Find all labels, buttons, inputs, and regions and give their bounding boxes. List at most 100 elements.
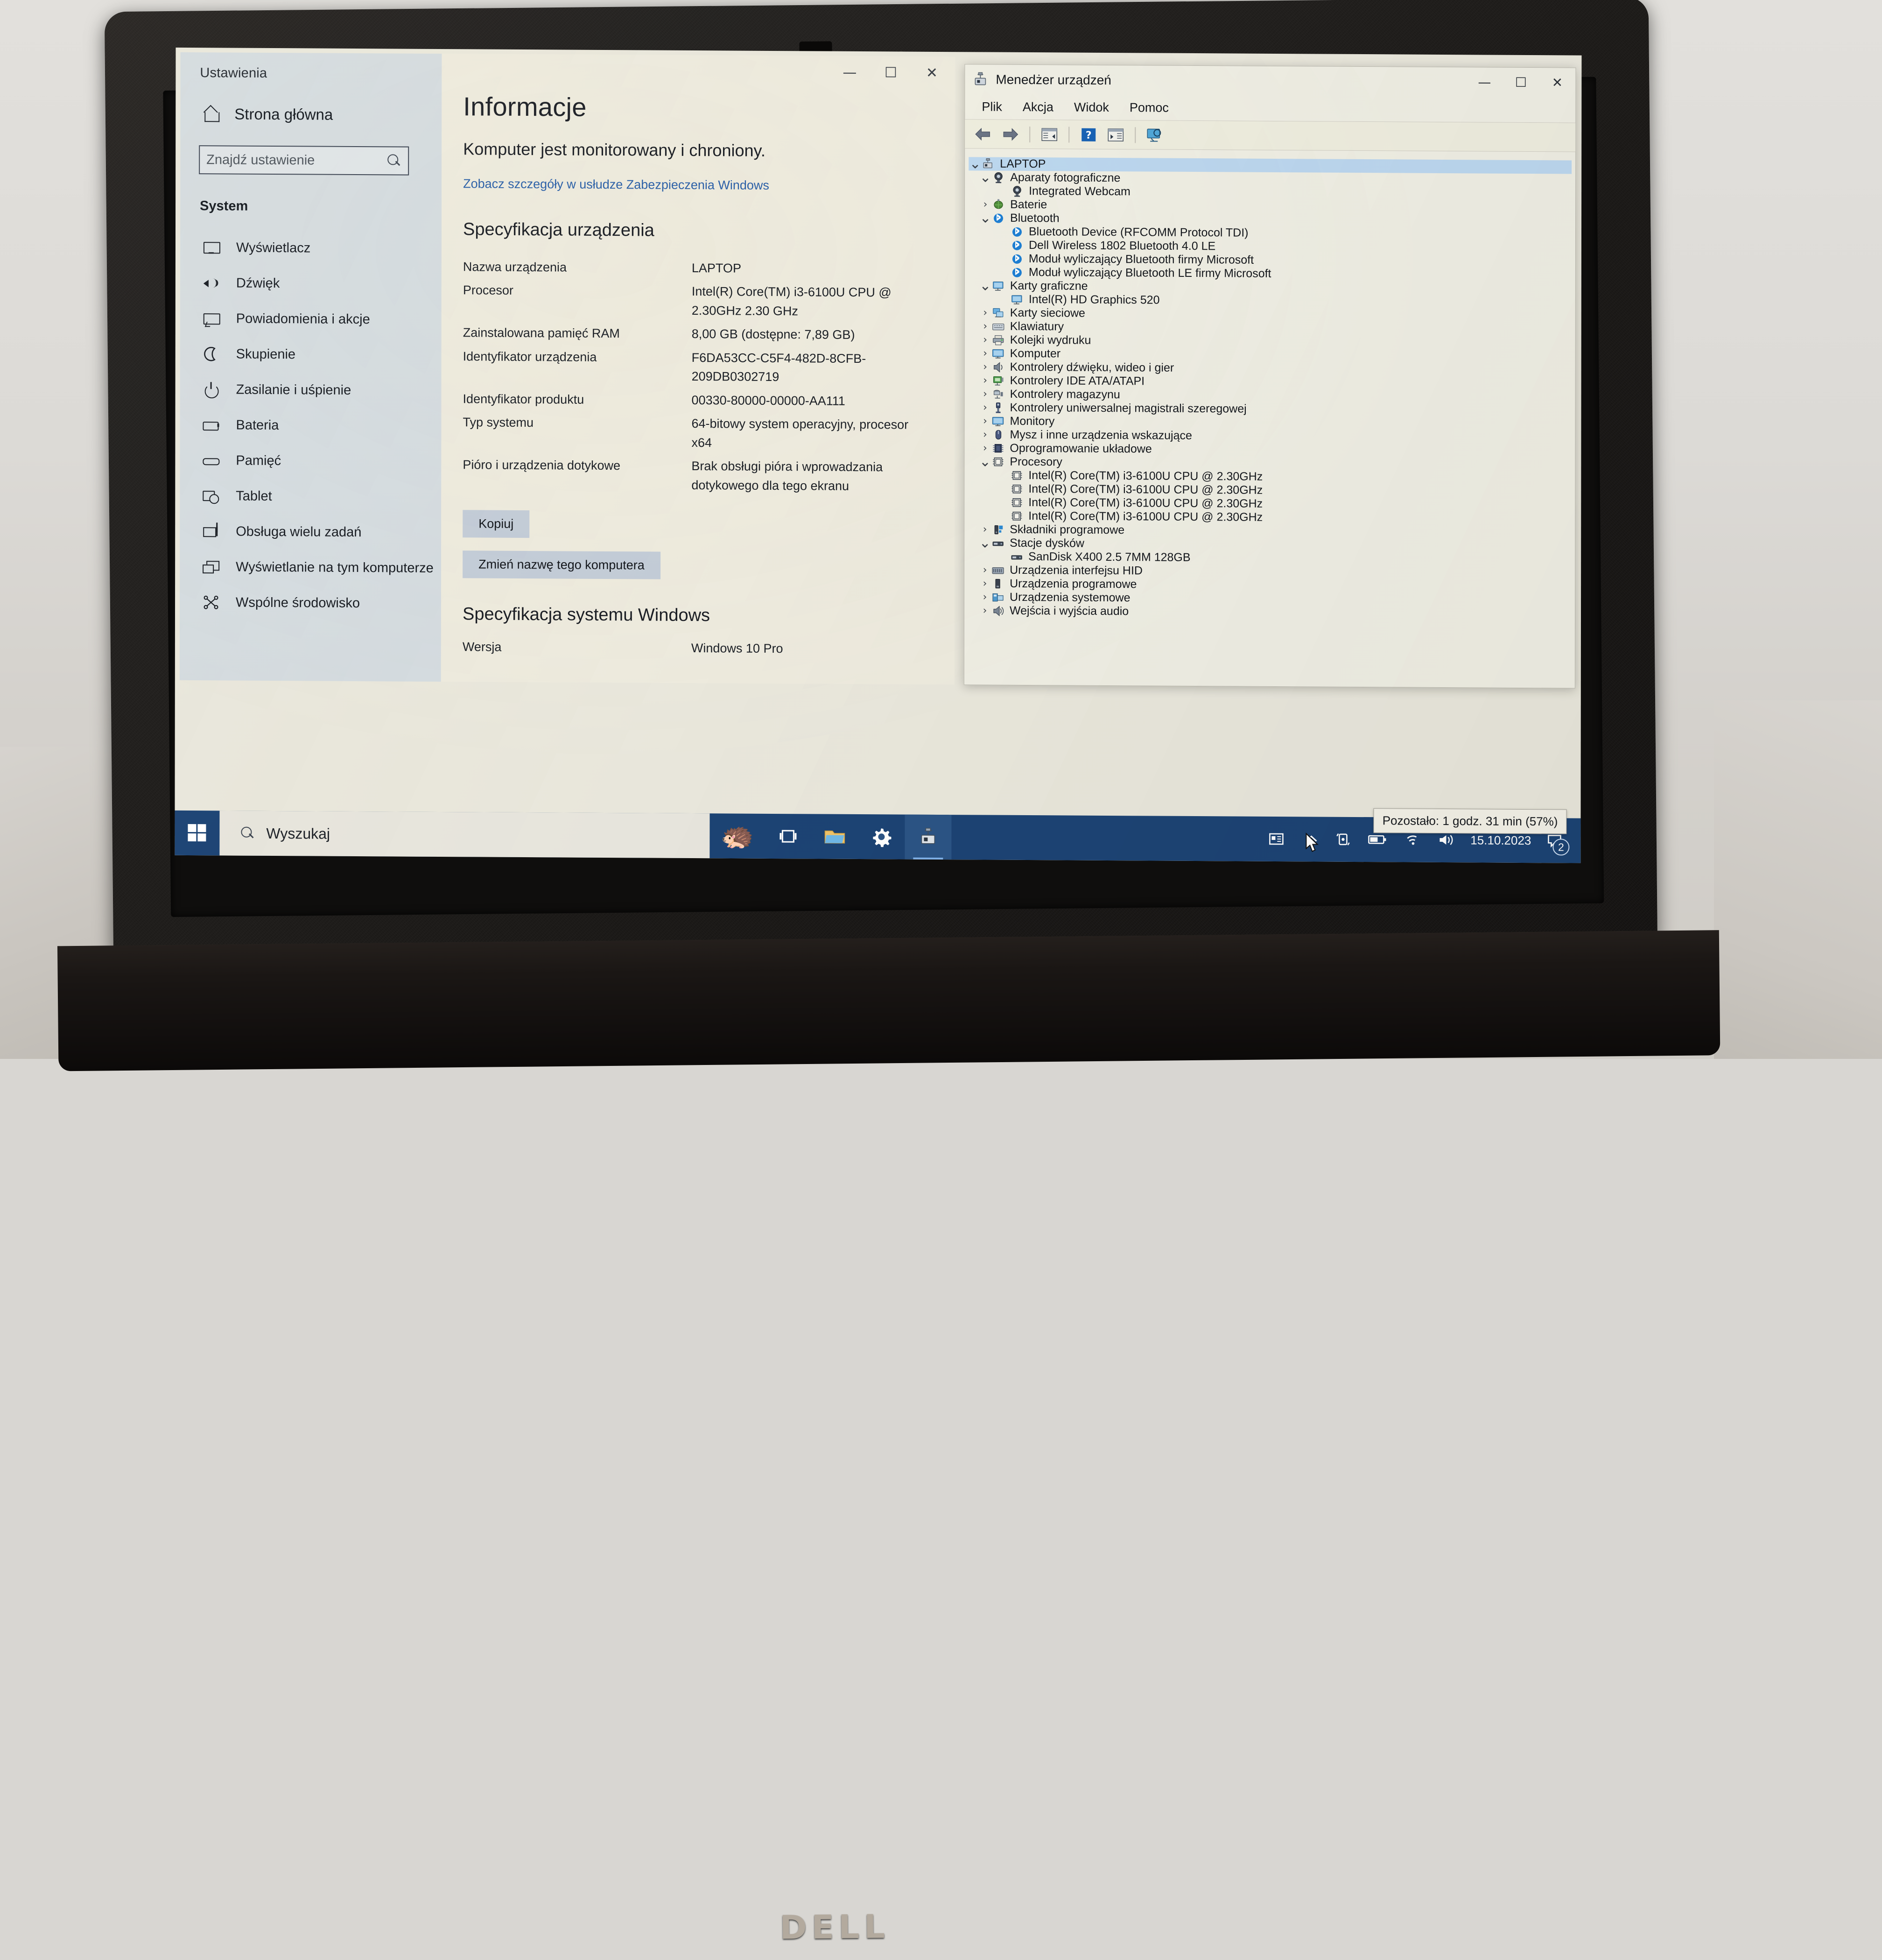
spec-key: Wersja bbox=[463, 637, 691, 657]
menu-item-action[interactable]: Akcja bbox=[1012, 100, 1064, 115]
scan-hardware-icon[interactable] bbox=[1144, 125, 1166, 145]
sidebar-item-label: Tablet bbox=[236, 488, 272, 504]
sidebar-item-multitasking[interactable]: Obsługa wielu zadań bbox=[180, 514, 441, 550]
meet-now-icon[interactable] bbox=[1260, 817, 1296, 861]
device-manager-app-icon[interactable] bbox=[905, 815, 951, 860]
sidebar-item-shared-experiences[interactable]: Wspólne środowisko bbox=[180, 585, 441, 621]
settings-window-controls: — ☐ ✕ bbox=[829, 59, 952, 86]
rename-computer-button[interactable]: Zmień nazwę tego komputera bbox=[463, 550, 660, 579]
chevron-right-icon[interactable]: › bbox=[978, 415, 991, 427]
device-tree-node-label: SanDisk X400 2.5 7MM 128GB bbox=[1028, 550, 1190, 564]
chevron-right-icon[interactable]: › bbox=[979, 198, 992, 210]
laptop-base: DELL bbox=[57, 930, 1720, 1071]
chevron-right-icon[interactable]: › bbox=[979, 361, 992, 373]
chevron-right-icon[interactable]: › bbox=[978, 523, 991, 535]
sidebar-nav-list: Wyświetlacz Dźwięk Powiadomienia i akcje bbox=[180, 230, 442, 621]
spec-row: Nazwa urządzenia LAPTOP bbox=[463, 257, 930, 279]
maximize-button[interactable]: ☐ bbox=[870, 59, 911, 86]
chevron-right-icon[interactable]: › bbox=[979, 320, 992, 332]
device-tree-node-label: Intel(R) Core(TM) i3-6100U CPU @ 2.30GHz bbox=[1028, 482, 1263, 497]
spec-value: F6DA53CC-C5F4-482D-8CFB-209DB0302719 bbox=[692, 348, 925, 388]
device-tree-node[interactable]: ›Wejścia i wyjścia audio bbox=[968, 604, 1571, 620]
sidebar-item-tablet[interactable]: Tablet bbox=[180, 478, 441, 515]
taskbar-search-box[interactable]: Wyszukaj bbox=[219, 811, 709, 858]
chevron-down-icon[interactable]: ⌄ bbox=[969, 161, 982, 167]
show-hidden-icon[interactable] bbox=[1105, 124, 1126, 145]
chevron-right-icon[interactable]: › bbox=[978, 564, 991, 576]
keyboard-icon bbox=[992, 320, 1006, 332]
device-manager-title: Menedżer urządzeń bbox=[996, 72, 1111, 88]
device-tree[interactable]: ⌄LAPTOP⌄Aparaty fotograficzneIntegrated … bbox=[968, 154, 1572, 685]
software-component-icon bbox=[991, 523, 1005, 536]
menu-item-help[interactable]: Pomoc bbox=[1119, 100, 1179, 115]
menu-item-file[interactable]: Plik bbox=[971, 99, 1012, 114]
spec-value: 8,00 GB (dostępne: 7,89 GB) bbox=[692, 324, 855, 344]
toolbar-separator bbox=[1135, 127, 1136, 143]
hedgehog-sticker[interactable]: 🦔 bbox=[709, 813, 765, 859]
chevron-down-icon[interactable]: ⌄ bbox=[978, 458, 991, 465]
sidebar-item-display[interactable]: Wyświetlacz bbox=[180, 230, 442, 267]
device-tree-node-label: Moduł wyliczający Bluetooth LE firmy Mic… bbox=[1029, 266, 1271, 281]
chevron-right-icon[interactable]: › bbox=[978, 578, 991, 589]
screen-rotation-icon[interactable] bbox=[1327, 817, 1359, 862]
minimize-button[interactable]: — bbox=[829, 59, 870, 86]
chevron-down-icon[interactable]: ⌄ bbox=[979, 215, 992, 221]
chevron-right-icon[interactable]: › bbox=[978, 429, 991, 440]
file-explorer-icon[interactable] bbox=[811, 814, 858, 859]
device-tree-node-label: Baterie bbox=[1010, 198, 1047, 212]
chevron-right-icon[interactable]: › bbox=[979, 307, 992, 318]
battery-icon bbox=[202, 417, 220, 433]
device-tree-node-label: Monitory bbox=[1010, 415, 1054, 429]
spec-value: Brak obsługi pióra i wprowadzania dotyko… bbox=[691, 457, 925, 496]
menu-item-view[interactable]: Widok bbox=[1064, 100, 1119, 115]
close-button[interactable]: ✕ bbox=[1539, 68, 1575, 97]
chevron-down-icon[interactable]: ⌄ bbox=[979, 282, 992, 289]
sidebar-item-focus[interactable]: Skupienie bbox=[180, 336, 442, 373]
chevron-right-icon[interactable]: › bbox=[979, 402, 992, 413]
sidebar-item-home[interactable]: Strona główna bbox=[203, 105, 442, 124]
close-button[interactable]: ✕ bbox=[911, 59, 952, 86]
sidebar-item-projecting[interactable]: Wyświetlanie na tym komputerze bbox=[180, 549, 441, 586]
properties-icon[interactable] bbox=[1039, 124, 1060, 145]
svg-text:?: ? bbox=[1086, 129, 1092, 141]
help-icon[interactable]: ? bbox=[1078, 124, 1099, 145]
spec-row: Identyfikator produktu 00330-80000-00000… bbox=[463, 389, 930, 411]
sidebar-item-label: Obsługa wielu zadań bbox=[236, 524, 361, 540]
back-arrow-icon[interactable] bbox=[972, 124, 994, 144]
chevron-down-icon[interactable]: ⌄ bbox=[979, 174, 992, 181]
copy-button[interactable]: Kopiuj bbox=[463, 510, 529, 538]
chevron-down-icon[interactable]: ⌄ bbox=[978, 540, 991, 546]
chevron-right-icon[interactable]: › bbox=[978, 605, 991, 616]
battery-tooltip: Pozostało: 1 godz. 31 min (57%) bbox=[1374, 808, 1567, 834]
windows-start-icon[interactable] bbox=[175, 811, 219, 856]
chevron-right-icon[interactable]: › bbox=[979, 388, 992, 400]
settings-app-icon[interactable] bbox=[858, 814, 905, 860]
chevron-right-icon[interactable]: › bbox=[978, 442, 991, 454]
sidebar-item-storage[interactable]: Pamięć bbox=[180, 443, 441, 479]
sidebar-item-label: Dźwięk bbox=[236, 275, 280, 291]
search-input[interactable] bbox=[206, 152, 386, 169]
system-device-icon bbox=[991, 591, 1005, 603]
minimize-button[interactable]: — bbox=[1466, 67, 1503, 96]
sidebar-item-sound[interactable]: Dźwięk bbox=[180, 265, 442, 302]
settings-search-box[interactable] bbox=[199, 145, 409, 176]
mouse-cursor bbox=[1305, 832, 1321, 855]
sidebar-item-notifications[interactable]: Powiadomienia i akcje bbox=[180, 301, 442, 338]
maximize-button[interactable]: ☐ bbox=[1503, 68, 1539, 97]
protection-status: Komputer jest monitorowany i chroniony. bbox=[463, 138, 808, 162]
usb-icon bbox=[992, 402, 1006, 414]
sidebar-item-power-sleep[interactable]: Zasilanie i uśpienie bbox=[180, 372, 442, 409]
security-details-link[interactable]: Zobacz szczegóły w usłudze Zabezpieczeni… bbox=[463, 176, 771, 194]
task-view-icon[interactable] bbox=[765, 814, 811, 859]
chevron-right-icon[interactable]: › bbox=[979, 347, 992, 359]
device-tree-node-label: Kontrolery uniwersalnej magistrali szere… bbox=[1010, 401, 1247, 416]
device-tree-node-label: Mysz i inne urządzenia wskazujące bbox=[1010, 428, 1192, 443]
device-manager-icon bbox=[972, 71, 988, 87]
sidebar-item-battery[interactable]: Bateria bbox=[180, 407, 441, 444]
chevron-right-icon[interactable]: › bbox=[979, 334, 992, 345]
forward-arrow-icon[interactable] bbox=[999, 124, 1021, 144]
storage-icon bbox=[202, 452, 220, 468]
chevron-right-icon[interactable]: › bbox=[978, 591, 991, 603]
settings-content: Informacje Komputer jest monitorowany i … bbox=[441, 64, 955, 659]
chevron-right-icon[interactable]: › bbox=[979, 374, 992, 386]
